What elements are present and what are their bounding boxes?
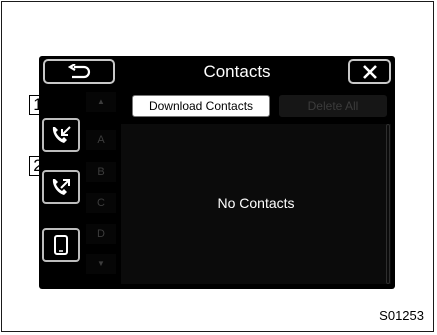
close-x-icon [362, 64, 377, 79]
incoming-calls-button[interactable] [42, 118, 80, 152]
download-contacts-button[interactable]: Download Contacts [132, 95, 270, 117]
index-down-arrow[interactable]: ▼ [86, 254, 116, 274]
phone-device-icon [54, 235, 68, 255]
phone-device-button[interactable] [42, 228, 80, 262]
back-button[interactable] [43, 59, 115, 84]
outgoing-call-icon [52, 179, 70, 195]
head-unit-screen: Contacts Download Contacts Delete All ▲ … [39, 56, 395, 289]
index-letter-d[interactable]: D [86, 224, 116, 244]
close-button[interactable] [348, 59, 391, 84]
page-title: Contacts [203, 62, 271, 81]
index-up-arrow[interactable]: ▲ [86, 92, 116, 112]
delete-all-button[interactable]: Delete All [279, 95, 387, 117]
empty-state-text: No Contacts [217, 195, 295, 211]
index-letter-b[interactable]: B [86, 162, 116, 182]
back-arrow-icon [67, 63, 91, 78]
incoming-call-icon [52, 126, 71, 143]
index-letter-a[interactable]: A [86, 130, 116, 150]
alphabet-index: ▲ A B C D ▼ [86, 92, 116, 274]
outgoing-calls-button[interactable] [42, 170, 80, 204]
index-letter-c[interactable]: C [86, 193, 116, 213]
list-scrollbar[interactable] [386, 124, 390, 284]
figure-id: S01253 [379, 308, 424, 323]
